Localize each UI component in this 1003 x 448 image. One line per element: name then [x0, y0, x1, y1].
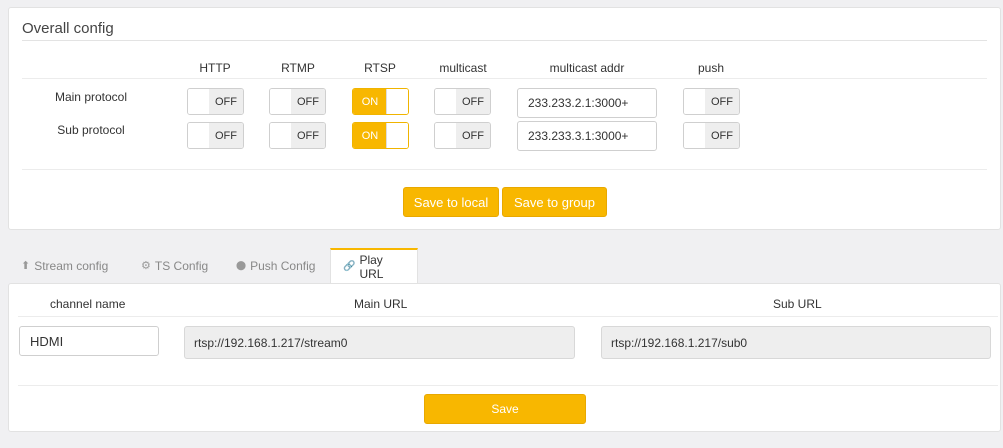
main-push-toggle[interactable]: OFF	[683, 88, 740, 115]
channel-name-input[interactable]: HDMI	[19, 326, 159, 356]
save-to-local-button[interactable]: Save to local	[403, 187, 499, 217]
header-multicast-addr: multicast addr	[549, 61, 625, 75]
tab-ts-config[interactable]: ⚙ TS Config	[141, 248, 208, 283]
sub-url-header: Sub URL	[773, 297, 822, 311]
tab-play-url[interactable]: 🔗 Play URL	[330, 248, 418, 283]
actions-divider	[22, 169, 987, 170]
channel-name-header: channel name	[50, 297, 126, 311]
tab-label: TS Config	[154, 258, 209, 273]
sub-multicast-addr-input[interactable]: 233.233.3.1:3000+	[517, 121, 657, 151]
save-to-group-button[interactable]: Save to group	[502, 187, 607, 217]
tab-stream-config[interactable]: ⬆ Stream config	[21, 248, 108, 283]
main-protocol-label: Main protocol	[54, 90, 128, 104]
toggle-state: OFF	[705, 123, 739, 148]
header-divider	[22, 78, 987, 79]
toggle-state: OFF	[209, 123, 243, 148]
sub-rtmp-toggle[interactable]: OFF	[269, 122, 326, 149]
sub-multicast-toggle[interactable]: OFF	[434, 122, 491, 149]
sub-push-toggle[interactable]: OFF	[683, 122, 740, 149]
main-rtsp-toggle[interactable]: ON	[352, 88, 409, 115]
header-push: push	[697, 61, 725, 75]
toggle-state: OFF	[456, 89, 490, 114]
toggle-state: OFF	[705, 89, 739, 114]
main-http-toggle[interactable]: OFF	[187, 88, 244, 115]
overall-config-panel: Overall config HTTP RTMP RTSP multicast …	[8, 7, 1001, 230]
toggle-state: OFF	[291, 123, 325, 148]
tab-label: Stream config	[34, 258, 109, 273]
toggle-state: ON	[353, 89, 387, 114]
tab-label: Play URL	[359, 252, 384, 281]
title-divider	[22, 40, 987, 41]
toggle-state: OFF	[209, 89, 243, 114]
tab-push-config[interactable]: ⬤ Push Config	[236, 248, 315, 283]
toggle-state: OFF	[456, 123, 490, 148]
main-url-header: Main URL	[354, 297, 408, 311]
overall-config-title: Overall config	[22, 20, 114, 37]
main-multicast-toggle[interactable]: OFF	[434, 88, 491, 115]
main-rtmp-toggle[interactable]: OFF	[269, 88, 326, 115]
play-header-divider	[18, 316, 998, 317]
header-multicast: multicast	[439, 61, 487, 75]
main-url-field[interactable]: rtsp://192.168.1.217/stream0	[184, 326, 575, 359]
toggle-state: OFF	[291, 89, 325, 114]
tab-label: Push Config	[250, 258, 316, 273]
sub-rtsp-toggle[interactable]: ON	[352, 122, 409, 149]
sub-protocol-label: Sub protocol	[57, 123, 125, 137]
toggle-state: ON	[353, 123, 387, 148]
play-url-panel: channel name Main URL Sub URL HDMI rtsp:…	[8, 283, 1001, 432]
main-multicast-addr-input[interactable]: 233.233.2.1:3000+	[517, 88, 657, 118]
upload-icon: ⬆	[21, 260, 31, 272]
play-actions-divider	[18, 385, 998, 386]
save-button[interactable]: Save	[424, 394, 586, 424]
sub-http-toggle[interactable]: OFF	[187, 122, 244, 149]
gear-icon: ⚙	[141, 260, 151, 272]
push-icon: ⬤	[236, 260, 247, 270]
sub-url-field[interactable]: rtsp://192.168.1.217/sub0	[601, 326, 991, 359]
link-icon: 🔗	[343, 261, 356, 272]
